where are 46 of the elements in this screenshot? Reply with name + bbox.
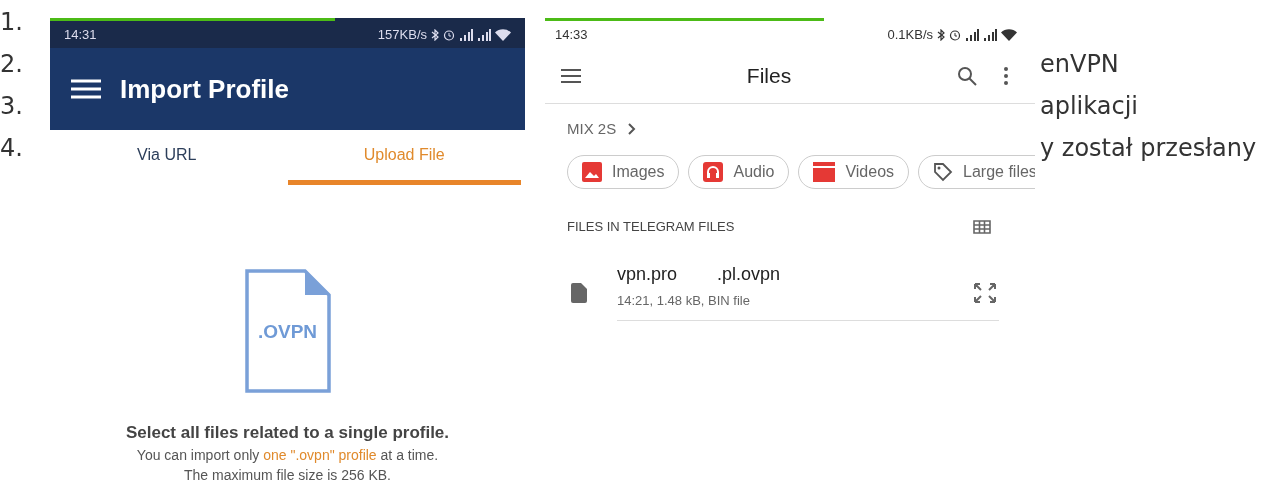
heading: Select all files related to a single profile.	[125, 423, 450, 443]
more-icon[interactable]	[1003, 65, 1009, 86]
headphones-icon	[703, 162, 724, 182]
list-number: 3.	[0, 92, 23, 120]
signal-icon	[477, 28, 491, 41]
network-speed: 0.1KB/s	[887, 27, 933, 42]
bluetooth-icon	[937, 28, 945, 41]
list-number: 1.	[0, 8, 23, 36]
screen-title: Import Profile	[120, 73, 289, 105]
expand-icon[interactable]	[973, 281, 997, 304]
list-text: y został przesłany	[1040, 134, 1258, 162]
network-speed: 157KB/s	[377, 27, 427, 42]
alarm-icon	[949, 28, 961, 41]
size-limit-text: The maximum file size is 256 KB.	[184, 467, 391, 483]
file-details: 14:21, 1.48 kB, BIN file	[617, 293, 751, 308]
status-time: 14:31	[64, 27, 97, 42]
document-icon	[244, 269, 331, 393]
wifi-icon	[495, 28, 511, 41]
list-number: 4.	[0, 134, 23, 162]
category-chip[interactable]: Images	[567, 155, 680, 189]
signal-icon	[983, 28, 997, 41]
search-icon[interactable]	[957, 65, 977, 86]
bluetooth-icon	[431, 28, 439, 41]
grid-view-icon[interactable]	[973, 219, 991, 234]
list-text: aplikacji	[1040, 92, 1139, 120]
menu-icon[interactable]	[561, 68, 581, 83]
category-chip[interactable]: Audio	[688, 155, 790, 189]
signal-icon	[965, 28, 979, 41]
image-icon	[582, 162, 602, 182]
category-chip[interactable]: Videos	[798, 155, 910, 189]
alarm-icon	[443, 28, 455, 41]
instruction-text: You can import only one ".ovpn" profile at a time.	[136, 447, 439, 463]
status-time: 14:33	[555, 27, 588, 42]
clapperboard-icon	[813, 162, 836, 182]
file-name[interactable]: vpn.pro .pl.ovpn	[617, 264, 999, 285]
file-icon	[571, 282, 587, 303]
screen-title: Files	[745, 63, 793, 88]
file-extension: .OVPN	[256, 321, 319, 343]
section-heading: FILES IN TELEGRAM FILES	[567, 219, 735, 234]
list-text: enVPN	[1040, 50, 1120, 78]
list-number: 2.	[0, 50, 23, 78]
signal-icon	[459, 28, 473, 41]
wifi-icon	[1001, 28, 1017, 41]
chevron-icon	[628, 122, 637, 135]
breadcrumb[interactable]: MIX 2S	[567, 120, 617, 137]
tag-icon	[933, 162, 954, 182]
